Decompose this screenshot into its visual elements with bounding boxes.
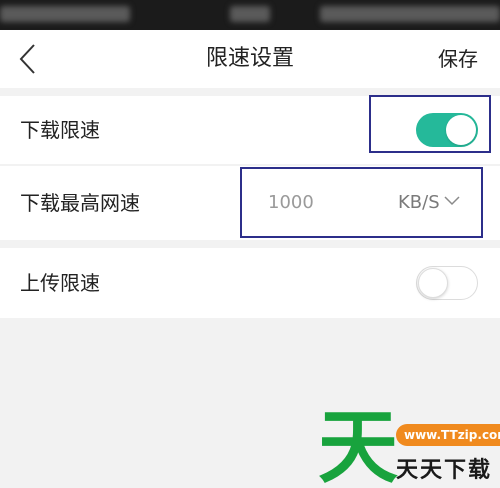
watermark: 天 www.TTzip.com 天天下载 [318, 401, 500, 488]
unit-label: KB/S [398, 192, 440, 213]
max-download-speed-row: 下载最高网速 1000 KB/S [0, 166, 500, 240]
save-button[interactable]: 保存 [438, 30, 478, 88]
max-download-speed-label: 下载最高网速 [20, 191, 140, 215]
chevron-down-icon [444, 196, 460, 206]
upload-limit-label: 上传限速 [20, 271, 100, 295]
download-limit-toggle[interactable] [416, 113, 478, 147]
page-title: 限速设置 [205, 46, 294, 71]
status-bar [0, 0, 500, 30]
watermark-logo: 天 [318, 401, 398, 488]
back-button[interactable] [12, 39, 48, 79]
unit-select[interactable]: KB/S [398, 166, 460, 240]
watermark-url: www.TTzip.com [396, 424, 500, 446]
download-limit-label: 下载限速 [20, 118, 100, 142]
upload-limit-row: 上传限速 [0, 248, 500, 318]
watermark-text: 天天下载 [396, 458, 493, 483]
chevron-left-icon [19, 44, 35, 74]
upload-limit-toggle[interactable] [416, 266, 478, 300]
status-bar-blur [0, 6, 130, 22]
download-limit-row: 下载限速 [0, 96, 500, 164]
speed-input[interactable]: 1000 [268, 166, 314, 240]
toggle-knob [418, 268, 448, 298]
nav-bar: 限速设置 保存 [0, 30, 500, 88]
status-bar-blur [320, 6, 500, 22]
toggle-knob [446, 115, 476, 145]
status-bar-blur [230, 6, 270, 22]
